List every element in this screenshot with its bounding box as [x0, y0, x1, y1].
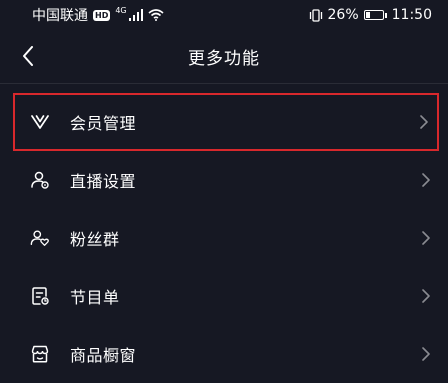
network-type: 4G — [115, 5, 127, 15]
status-right: 26% 11:50 — [309, 7, 432, 23]
program-list-icon — [30, 286, 50, 306]
chevron-right-icon — [420, 346, 432, 362]
battery-cap — [384, 12, 387, 18]
menu-item-label: 会员管理 — [70, 114, 137, 133]
menu-item-shop-window[interactable]: 商品橱窗 — [0, 325, 448, 383]
status-left: 中国联通 HD 4G — [32, 5, 164, 25]
chevron-right-icon — [420, 288, 432, 304]
nav-divider — [0, 83, 448, 84]
menu-item-label: 直播设置 — [70, 172, 137, 191]
battery-percent: 26% — [327, 7, 359, 23]
menu-item-fan-group[interactable]: 粉丝群 — [0, 209, 448, 267]
hd-badge: HD — [93, 9, 111, 21]
fan-group-icon — [30, 228, 50, 248]
battery-fill — [365, 12, 370, 18]
carrier-name: 中国联通 — [32, 8, 88, 24]
chevron-right-icon — [418, 114, 430, 130]
menu-item-label: 商品橱窗 — [70, 346, 137, 365]
back-button[interactable] — [10, 38, 46, 74]
menu-item-live-settings[interactable]: 直播设置 — [0, 151, 448, 209]
menu-item-program-list[interactable]: 节目单 — [0, 267, 448, 325]
page-title: 更多功能 — [188, 48, 260, 69]
nav-bar: 更多功能 — [0, 30, 448, 82]
menu-item-label: 粉丝群 — [70, 230, 120, 249]
battery-icon — [363, 10, 387, 20]
wifi-icon — [148, 9, 164, 21]
clock-time: 11:50 — [391, 7, 432, 23]
chevron-left-icon — [23, 46, 33, 66]
status-bar: 中国联通 HD 4G 26% 11:50 — [0, 0, 448, 30]
signal-icon — [128, 9, 143, 21]
v-icon — [30, 112, 50, 132]
vibrate-icon — [309, 8, 322, 22]
menu-list: 会员管理 直播设置 粉丝群 节目单 商品橱窗 — [0, 93, 448, 383]
chevron-right-icon — [420, 172, 432, 188]
shop-window-icon — [30, 344, 50, 364]
menu-item-label: 节目单 — [70, 288, 120, 307]
chevron-right-icon — [420, 230, 432, 246]
live-settings-icon — [30, 170, 50, 190]
menu-item-membership[interactable]: 会员管理 — [13, 93, 439, 151]
battery-body — [363, 10, 384, 20]
